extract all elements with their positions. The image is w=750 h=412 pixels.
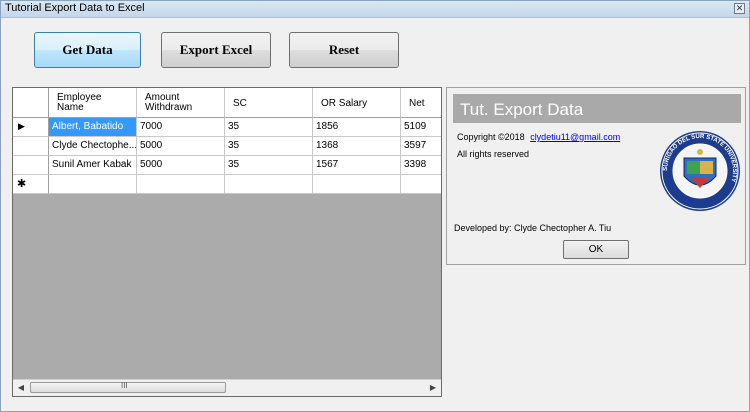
column-header-or-salary[interactable]: OR Salary bbox=[313, 88, 401, 118]
grid-cell[interactable]: Albert, Babatido bbox=[49, 118, 137, 137]
grid-cell[interactable]: 5000 bbox=[137, 137, 225, 156]
app-window: Tutorial Export Data to Excel ✕ Get Data… bbox=[0, 0, 750, 412]
about-header: Tut. Export Data bbox=[453, 94, 741, 123]
grid-cell[interactable]: 35 bbox=[225, 156, 313, 175]
rights-text: All rights reserved bbox=[457, 149, 530, 159]
email-link[interactable]: clydetiu11@gmail.com bbox=[530, 132, 620, 142]
grid-cell[interactable]: Sunil Amer Kabak bbox=[49, 156, 137, 175]
grid-cell[interactable]: 5000 bbox=[137, 156, 225, 175]
about-title: Tut. Export Data bbox=[460, 100, 584, 119]
window-title: Tutorial Export Data to Excel bbox=[5, 2, 145, 14]
grid-cell[interactable]: 35 bbox=[225, 118, 313, 137]
horizontal-scrollbar[interactable]: ◀ III ▶ bbox=[13, 379, 441, 396]
about-panel: Tut. Export Data Copyright ©2018 clydeti… bbox=[446, 87, 746, 265]
new-row-cell[interactable] bbox=[401, 175, 441, 194]
new-row-cell[interactable] bbox=[313, 175, 401, 194]
grid-cell[interactable]: Clyde Chectophe... bbox=[49, 137, 137, 156]
ok-button[interactable]: OK bbox=[563, 240, 629, 259]
new-row-cell[interactable] bbox=[49, 175, 137, 194]
row-header-2[interactable] bbox=[13, 137, 49, 156]
new-row-icon: ✱ bbox=[17, 178, 27, 190]
column-header-employee-name[interactable]: Employee Name bbox=[49, 88, 137, 118]
close-button[interactable]: ✕ bbox=[734, 3, 745, 14]
row-header-3[interactable] bbox=[13, 156, 49, 175]
new-row-cell[interactable] bbox=[225, 175, 313, 194]
scroll-right-icon[interactable]: ▶ bbox=[425, 380, 441, 396]
developer-credit: Developed by: Clyde Chectopher A. Tiu bbox=[454, 223, 612, 233]
new-row-cell[interactable] bbox=[137, 175, 225, 194]
employee-data-grid[interactable]: Employee Name Amount Withdrawn SC OR Sal… bbox=[12, 87, 442, 397]
column-header-amount-withdrawn[interactable]: Amount Withdrawn bbox=[137, 88, 225, 118]
grid-cell[interactable]: 35 bbox=[225, 137, 313, 156]
scroll-left-icon[interactable]: ◀ bbox=[13, 380, 29, 396]
grid-cell[interactable]: 1567 bbox=[313, 156, 401, 175]
grid-corner-header[interactable] bbox=[13, 88, 49, 118]
column-header-net[interactable]: Net bbox=[401, 88, 441, 118]
scroll-thumb[interactable]: III bbox=[30, 381, 226, 393]
get-data-button[interactable]: Get Data bbox=[34, 32, 141, 68]
grid-cell[interactable]: 3398 bbox=[401, 156, 441, 175]
title-bar[interactable]: Tutorial Export Data to Excel ✕ bbox=[1, 1, 749, 18]
reset-button[interactable]: Reset bbox=[289, 32, 399, 68]
grid-cell[interactable]: 7000 bbox=[137, 118, 225, 137]
grid-cell[interactable]: 1856 bbox=[313, 118, 401, 137]
grid-cell[interactable]: 3597 bbox=[401, 137, 441, 156]
current-row-indicator-icon: ▶ bbox=[18, 121, 25, 131]
grid-cell[interactable]: 5109 bbox=[401, 118, 441, 137]
grid-cell[interactable]: 1368 bbox=[313, 137, 401, 156]
column-header-sc[interactable]: SC bbox=[225, 88, 313, 118]
row-header-1[interactable]: ▶ bbox=[13, 118, 49, 137]
copyright-text: Copyright ©2018 clydetiu11@gmail.com bbox=[457, 132, 621, 142]
university-seal-logo: SURIGAO DEL SUR STATE UNIVERSITY bbox=[660, 131, 740, 211]
export-excel-button[interactable]: Export Excel bbox=[161, 32, 271, 68]
thumb-grip-icon: III bbox=[121, 381, 128, 390]
row-header-new[interactable]: ✱ bbox=[13, 175, 49, 194]
